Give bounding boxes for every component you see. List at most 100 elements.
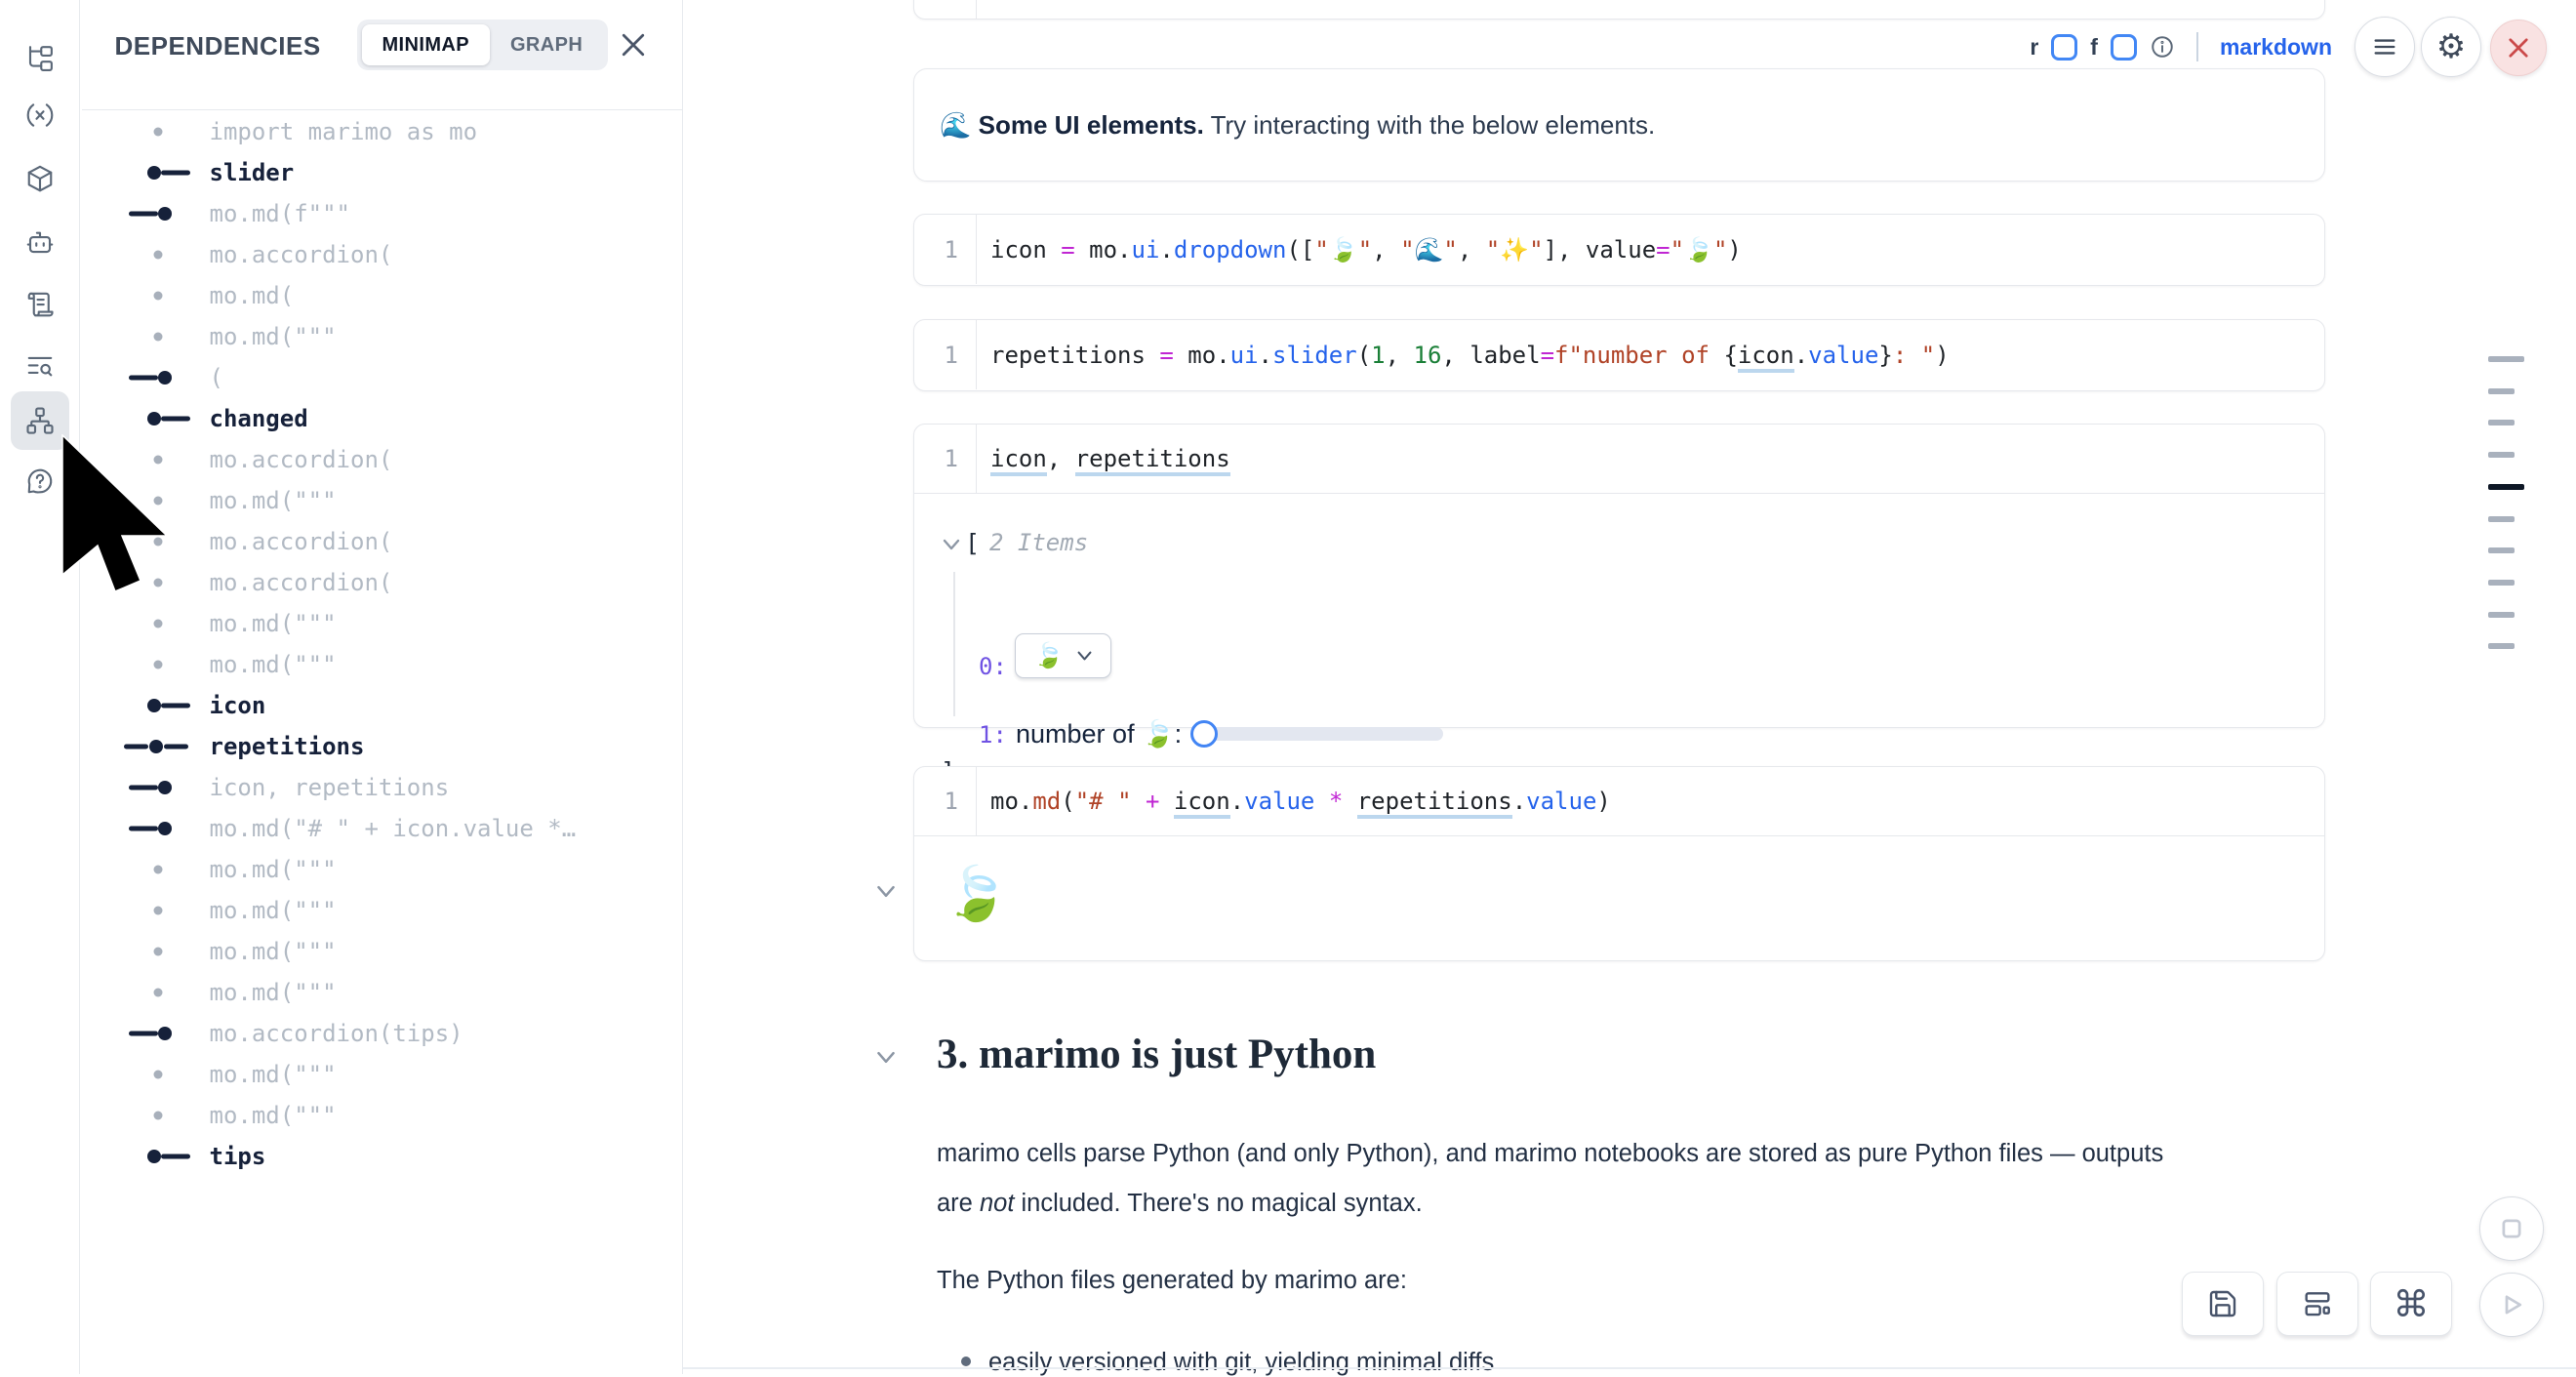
- minimap-item-label: slider: [210, 159, 295, 186]
- save-icon: [2207, 1288, 2238, 1319]
- save-button[interactable]: [2182, 1272, 2264, 1336]
- layout-button[interactable]: [2276, 1272, 2358, 1336]
- minimap-item[interactable]: tips: [82, 1136, 682, 1177]
- sidebar-item-variables[interactable]: [11, 86, 69, 144]
- layout-icon: [2302, 1288, 2333, 1319]
- minimap-item-label: mo.md(""": [210, 856, 337, 883]
- minimap-item[interactable]: icon, repetitions: [82, 767, 682, 808]
- dependency-marker-icon: [121, 1025, 199, 1042]
- stop-icon: [2497, 1214, 2526, 1243]
- info-icon[interactable]: [2150, 34, 2175, 60]
- minimap-item-label: tips: [210, 1143, 266, 1170]
- collapse-section-chevron[interactable]: [875, 1050, 897, 1065]
- minimap-item[interactable]: mo.md(""": [82, 931, 682, 972]
- dependency-marker-icon: [121, 861, 199, 878]
- sidebar-item-ai-chat[interactable]: [11, 213, 69, 271]
- sidebar-item-snippets[interactable]: [11, 337, 69, 395]
- minimap-item[interactable]: icon: [82, 685, 682, 726]
- notebook-menu-button[interactable]: [2355, 17, 2415, 77]
- scroll-mark[interactable]: [2488, 356, 2524, 362]
- scroll-mark-current[interactable]: [2488, 484, 2524, 490]
- minimap-item[interactable]: mo.md(""": [82, 603, 682, 644]
- cell-expression[interactable]: 1 icon, repetitions [ 2 Items 0: 🍃 1: nu…: [913, 424, 2325, 728]
- minimap-item[interactable]: mo.accordion(: [82, 234, 682, 275]
- scroll-mark[interactable]: [2488, 643, 2515, 649]
- shortcuts-button[interactable]: ⌘: [2370, 1272, 2452, 1336]
- minimap-item[interactable]: mo.md(""": [82, 644, 682, 685]
- minimap-item-label: mo.accordion(: [210, 241, 393, 268]
- minimap-item[interactable]: mo.accordion(tips): [82, 1013, 682, 1054]
- collapse-cell-chevron[interactable]: [875, 884, 897, 899]
- sidebar-rail: [0, 0, 80, 1374]
- minimap-item[interactable]: mo.md(""": [82, 890, 682, 931]
- cell-dropdown-code[interactable]: 1 icon = mo.ui.dropdown(["🍃", "🌊", "✨"],…: [913, 214, 2325, 286]
- scroll-mark[interactable]: [2488, 612, 2515, 618]
- file-tree-icon: [25, 44, 55, 73]
- tab-minimap[interactable]: MINIMAP: [362, 24, 490, 65]
- cell-intro-output[interactable]: 🌊 Some UI elements. Try interacting with…: [913, 68, 2325, 182]
- minimap-item-label: mo.md(""": [210, 979, 337, 1006]
- minimap-item[interactable]: (: [82, 357, 682, 398]
- markdown-output: 🌊 Some UI elements. Try interacting with…: [914, 110, 1655, 141]
- scroll-mark[interactable]: [2488, 580, 2515, 586]
- scroll-mark[interactable]: [2488, 452, 2515, 458]
- minimap-item[interactable]: mo.md(f""": [82, 193, 682, 234]
- mouse-cursor: [61, 434, 179, 605]
- minimap-item[interactable]: mo.md(""": [82, 972, 682, 1013]
- settings-button[interactable]: ⚙: [2421, 17, 2481, 77]
- icon-dropdown-select[interactable]: 🍃: [1015, 633, 1111, 678]
- cell-md-heading[interactable]: 1 mo.md("# " + icon.value * repetitions.…: [913, 766, 2325, 961]
- minimap-item[interactable]: mo.md(""": [82, 1054, 682, 1095]
- close-icon: [621, 32, 646, 58]
- collapse-array-chevron[interactable]: [942, 538, 961, 551]
- sidebar-item-dependencies[interactable]: [11, 391, 69, 450]
- scroll-mark[interactable]: [2488, 547, 2515, 553]
- minimap-item[interactable]: mo.md(""": [82, 316, 682, 357]
- sidebar-item-logs[interactable]: [11, 275, 69, 334]
- panel-close-button[interactable]: [619, 30, 648, 60]
- minimap-item[interactable]: mo.md(""": [82, 1095, 682, 1136]
- scroll-mark[interactable]: [2488, 388, 2515, 394]
- minimap-item[interactable]: mo.md(""": [82, 849, 682, 890]
- cell-slider-code[interactable]: 1 repetitions = mo.ui.slider(1, 16, labe…: [913, 319, 2325, 391]
- scroll-mark[interactable]: [2488, 516, 2515, 522]
- minimap-item[interactable]: mo.md(: [82, 275, 682, 316]
- sidebar-item-help[interactable]: [11, 452, 69, 510]
- line-number: 1: [914, 320, 977, 389]
- dependency-marker-icon: [121, 820, 199, 837]
- heading-output: 🍃: [914, 836, 2324, 925]
- language-badge[interactable]: markdown: [2220, 34, 2332, 61]
- minimap-item[interactable]: slider: [82, 152, 682, 193]
- code-line[interactable]: repetitions = mo.ui.slider(1, 16, label=…: [977, 342, 1950, 369]
- dropdown-value: 🍃: [1033, 642, 1064, 670]
- code-line[interactable]: mo.md("# " + icon.value * repetitions.va…: [977, 788, 1611, 815]
- minimap-item[interactable]: repetitions: [82, 726, 682, 767]
- slider-track[interactable]: [1204, 727, 1443, 741]
- minimap-item[interactable]: changed: [82, 398, 682, 439]
- markdown-cell-toolbar: r f markdown: [1932, 25, 2332, 68]
- minimap-item-label: mo.accordion(tips): [210, 1020, 463, 1047]
- dependencies-panel: DEPENDENCIES MINIMAP GRAPH import marimo…: [82, 0, 683, 1374]
- cell-intro-editor-clipped[interactable]: 🌊 Some UI elements. Try interacting with…: [913, 0, 2325, 20]
- paragraph-line: are not included. There's no magical syn…: [937, 1190, 1423, 1218]
- stop-button[interactable]: [2479, 1196, 2544, 1261]
- dependency-marker-icon: [121, 1107, 199, 1124]
- scroll-mark[interactable]: [2488, 420, 2515, 425]
- leaf-emoji: 🍃: [944, 865, 1009, 923]
- command-icon: ⌘: [2394, 1283, 2430, 1325]
- minimap-item-label: mo.md(""": [210, 938, 337, 965]
- slider-knob[interactable]: [1190, 720, 1218, 748]
- minimap-item[interactable]: import marimo as mo: [82, 111, 682, 152]
- run-button[interactable]: [2479, 1273, 2544, 1337]
- shutdown-button[interactable]: [2490, 20, 2547, 76]
- r-toggle-checkbox[interactable]: [2051, 34, 2077, 61]
- sidebar-item-file-explorer[interactable]: [11, 29, 69, 88]
- tab-graph[interactable]: GRAPH: [490, 24, 603, 65]
- code-line[interactable]: icon, repetitions: [977, 445, 1230, 472]
- f-toggle-checkbox[interactable]: [2111, 34, 2137, 61]
- tree-guide-line: [953, 572, 955, 716]
- sidebar-item-packages[interactable]: [11, 149, 69, 208]
- code-line[interactable]: icon = mo.ui.dropdown(["🍃", "🌊", "✨"], v…: [977, 236, 1742, 263]
- minimap-item[interactable]: mo.md("# " + icon.value *…: [82, 808, 682, 849]
- bullet-dot: [961, 1357, 971, 1366]
